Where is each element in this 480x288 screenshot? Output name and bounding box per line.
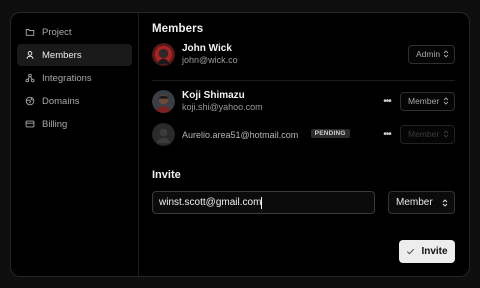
avatar-placeholder [152,122,175,146]
invite-row: winst.scott@gmail.com Member [152,191,455,214]
invite-email-value: winst.scott@gmail.com [159,197,262,208]
invite-email-input[interactable]: winst.scott@gmail.com [152,191,375,214]
more-options-icon[interactable]: ••• [382,129,392,140]
credit-card-icon [25,119,35,129]
divider [152,80,455,81]
sidebar-item-integrations[interactable]: Integrations [17,67,132,89]
member-row-owner: John Wick john@wick.co Admin [152,39,455,69]
folder-icon [25,27,35,37]
settings-window: Project Members Integrations Domains Bil… [10,12,470,277]
role-select-label: Admin [416,49,441,59]
main-panel: Members John Wick john@wick.co Admin Koj… [139,13,469,276]
member-row-pending: Aurelio.area51@hotmail.com PENDING ••• M… [152,119,455,149]
members-title: Members [152,23,204,35]
user-icon [25,50,35,60]
pending-badge: PENDING [310,129,350,139]
avatar [152,42,175,66]
role-select-owner[interactable]: Admin [408,44,455,64]
sidebar-item-domains[interactable]: Domains [17,90,132,112]
invite-role-select[interactable]: Member [388,191,455,214]
sidebar-item-project[interactable]: Project [17,21,132,43]
invite-role-label: Member [396,197,433,208]
sidebar-item-billing[interactable]: Billing [17,113,132,135]
sidebar-item-label: Billing [42,118,68,130]
sidebar-item-label: Integrations [42,72,92,84]
chevron-up-down-icon [443,97,449,105]
integrations-icon [25,73,35,83]
sidebar-item-label: Members [42,49,82,61]
member-email: koji.shi@yahoo.com [182,101,263,112]
avatar [152,89,175,113]
sidebar-item-members[interactable]: Members [17,44,132,66]
member-name: Koji Shimazu [182,89,245,101]
role-select-label: Member [408,96,440,106]
role-select-member[interactable]: Member [400,91,455,111]
more-options-icon[interactable]: ••• [382,96,392,107]
chevron-up-down-icon [442,198,448,207]
text-cursor [261,196,263,209]
sidebar: Project Members Integrations Domains Bil… [11,13,139,276]
globe-icon [25,96,35,106]
role-select-pending: Member [400,124,455,144]
sidebar-item-label: Domains [42,95,80,107]
check-icon [406,247,415,256]
role-select-label: Member [408,129,440,139]
invite-button[interactable]: Invite [399,240,455,263]
invite-button-label: Invite [421,246,448,257]
chevron-up-down-icon [443,130,449,138]
member-email: john@wick.co [182,54,238,65]
invite-title: Invite [152,169,181,181]
member-row: Koji Shimazu koji.shi@yahoo.com ••• Memb… [152,86,455,116]
sidebar-item-label: Project [42,26,72,38]
chevron-up-down-icon [443,50,449,58]
member-email: Aurelio.area51@hotmail.com [182,130,299,140]
member-name: John Wick [182,42,232,54]
